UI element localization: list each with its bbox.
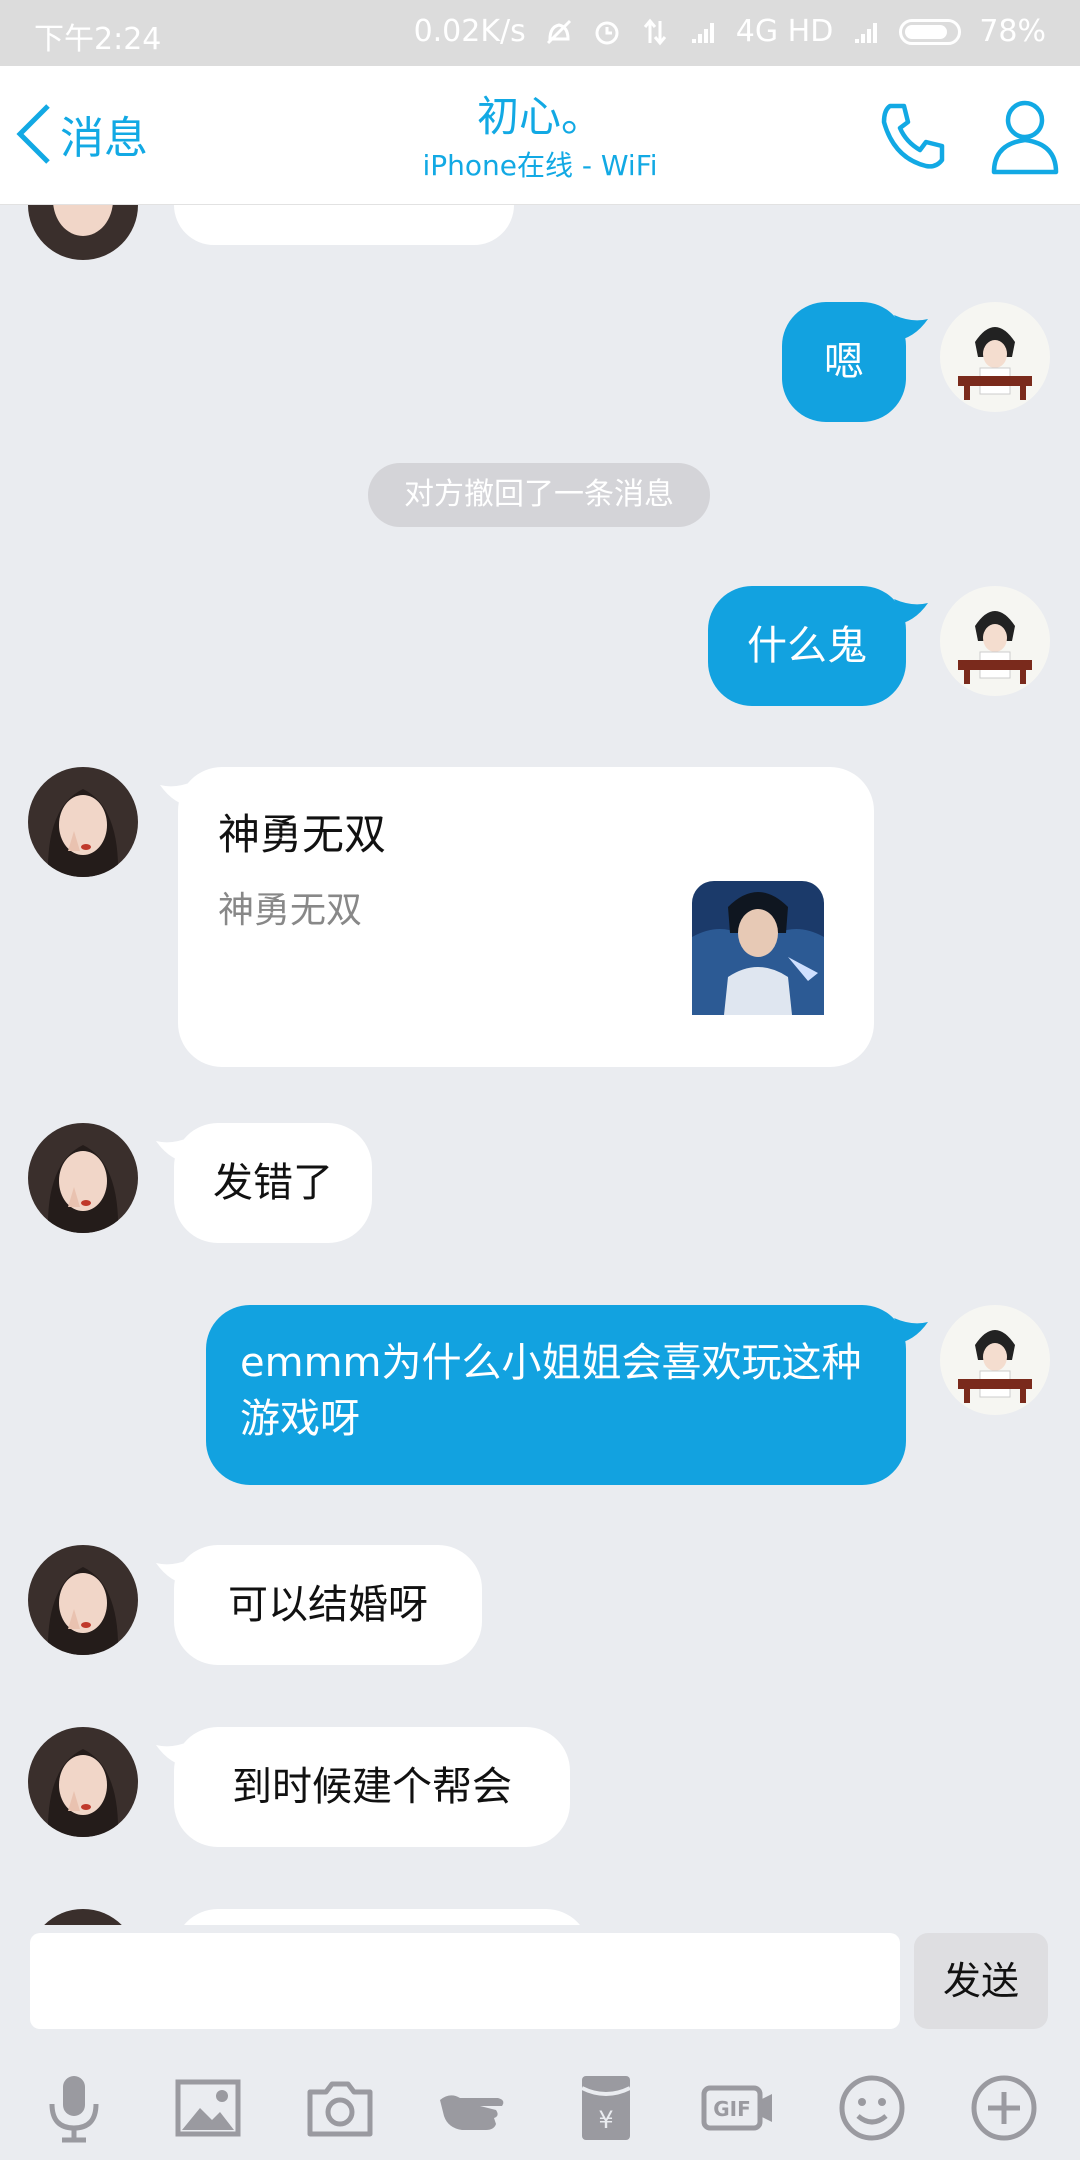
- message-bubble[interactable]: [174, 1909, 590, 1925]
- link-card[interactable]: 神勇无双 神勇无双: [178, 767, 874, 1067]
- poke-icon[interactable]: [436, 2070, 512, 2146]
- card-title: 神勇无双: [218, 810, 387, 859]
- input-toolbar: ¥ GIF: [0, 2060, 1080, 2160]
- message-text: 什么鬼: [747, 623, 867, 669]
- svg-text:¥: ¥: [598, 2106, 613, 2134]
- red-packet-icon[interactable]: ¥: [568, 2070, 644, 2146]
- bubble-tail: [894, 1318, 928, 1344]
- mute-icon: [546, 19, 571, 44]
- message-bubble[interactable]: 嗯: [782, 302, 906, 422]
- status-bar: 下午2:24 0.02K/s 4G HD 78%: [0, 0, 1080, 66]
- card-subtitle: 神勇无双: [218, 890, 363, 931]
- message-bubble[interactable]: 什么鬼: [708, 586, 906, 706]
- message-text: 可以结婚呀: [228, 1582, 428, 1628]
- signal-2-icon: [855, 22, 878, 43]
- contact-avatar[interactable]: [28, 1123, 138, 1233]
- contact-name: 初心。: [476, 92, 603, 141]
- contact-avatar[interactable]: [28, 1727, 138, 1837]
- bubble-tail: [894, 599, 928, 625]
- recall-notice: 对方撤回了一条消息: [368, 463, 710, 527]
- self-avatar[interactable]: [940, 1305, 1050, 1415]
- message-bubble[interactable]: 发错了: [174, 1123, 372, 1243]
- message-input[interactable]: [30, 1933, 900, 2029]
- chat-title-block[interactable]: 初心。 iPhone在线 - WiFi: [290, 92, 790, 184]
- alarm-icon: [595, 21, 619, 44]
- message-text: emmm为什么小姐姐会喜欢玩这种游戏呀: [240, 1340, 862, 1442]
- message-text: 嗯: [824, 339, 864, 385]
- self-avatar[interactable]: [940, 586, 1050, 696]
- network-type: 4G HD: [735, 14, 834, 49]
- chat-header: 消息 初心。 iPhone在线 - WiFi: [0, 66, 1080, 205]
- message-list[interactable]: 嗯 对方撤回了一条消息 什么鬼 神勇无双 神勇无双 发错了 emmm为什么小姐姐…: [0, 205, 1080, 1925]
- signal-icon: [691, 22, 714, 43]
- compose-bar: 发送: [0, 1925, 1080, 2035]
- message-text: 发错了: [213, 1160, 333, 1206]
- network-speed: 0.02K/s: [413, 14, 526, 49]
- svg-text:GIF: GIF: [713, 2097, 751, 2121]
- emoji-icon[interactable]: [834, 2070, 910, 2146]
- message-bubble[interactable]: 可以结婚呀: [174, 1545, 482, 1665]
- chevron-left-icon: [16, 104, 50, 164]
- avatar[interactable]: [28, 205, 138, 260]
- message-bubble[interactable]: 到时候建个帮会: [174, 1727, 570, 1847]
- message-bubble[interactable]: emmm为什么小姐姐会喜欢玩这种游戏呀: [206, 1305, 906, 1485]
- message-bubble[interactable]: [174, 205, 514, 245]
- profile-icon[interactable]: [990, 96, 1060, 176]
- battery-level: 78%: [979, 14, 1046, 49]
- image-icon[interactable]: [170, 2070, 246, 2146]
- game-thumbnail: [688, 877, 828, 1019]
- data-transfer-icon: [643, 18, 666, 45]
- battery-icon: [899, 18, 962, 45]
- message-text: 到时候建个帮会: [232, 1764, 512, 1810]
- contact-avatar[interactable]: [28, 1545, 138, 1655]
- microphone-icon[interactable]: [36, 2070, 112, 2146]
- phone-icon[interactable]: [876, 98, 952, 174]
- back-button[interactable]: 消息: [14, 102, 148, 166]
- contact-status: iPhone在线 - WiFi: [422, 149, 658, 182]
- bubble-tail: [894, 315, 928, 341]
- plus-icon[interactable]: [966, 2070, 1042, 2146]
- self-avatar[interactable]: [940, 302, 1050, 412]
- back-label: 消息: [60, 113, 148, 164]
- status-time: 下午2:24: [34, 22, 162, 57]
- send-button[interactable]: 发送: [914, 1933, 1048, 2029]
- contact-avatar[interactable]: [28, 767, 138, 877]
- contact-avatar[interactable]: [28, 1909, 138, 1925]
- camera-icon[interactable]: [302, 2070, 378, 2146]
- gif-icon[interactable]: GIF: [700, 2070, 776, 2146]
